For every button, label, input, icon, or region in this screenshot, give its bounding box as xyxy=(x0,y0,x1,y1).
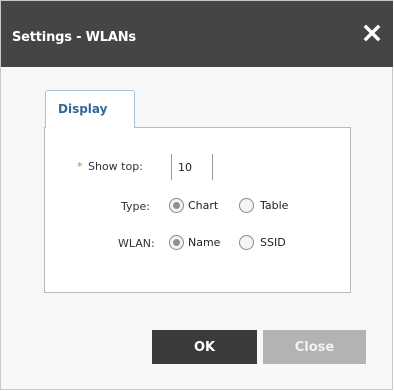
type-chart-label[interactable]: Chart xyxy=(188,199,218,212)
show-top-label-group: * Show top: xyxy=(77,160,143,173)
close-icon[interactable] xyxy=(361,22,383,44)
wlan-name-radio[interactable] xyxy=(169,235,184,250)
wlan-name-label[interactable]: Name xyxy=(188,236,220,249)
type-table-radio[interactable] xyxy=(239,198,254,213)
show-top-input[interactable] xyxy=(171,154,213,180)
tab-display[interactable]: Display xyxy=(45,90,135,128)
type-table-label[interactable]: Table xyxy=(260,199,288,212)
type-label: Type: xyxy=(121,200,150,213)
wlan-ssid-label[interactable]: SSID xyxy=(260,236,286,249)
type-chart-radio[interactable] xyxy=(169,198,184,213)
required-marker: * xyxy=(77,160,83,173)
wlan-ssid-radio[interactable] xyxy=(239,235,254,250)
tab-display-label: Display xyxy=(58,102,108,116)
wlan-label: WLAN: xyxy=(118,237,155,250)
dialog-title: Settings - WLANs xyxy=(12,30,136,45)
show-top-label: Show top: xyxy=(88,160,143,173)
dialog-titlebar[interactable]: Settings - WLANs xyxy=(1,1,393,67)
ok-button[interactable]: OK xyxy=(152,330,257,364)
settings-dialog: Settings - WLANs Display * Show top: Typ… xyxy=(0,0,393,390)
close-button[interactable]: Close xyxy=(263,330,366,364)
